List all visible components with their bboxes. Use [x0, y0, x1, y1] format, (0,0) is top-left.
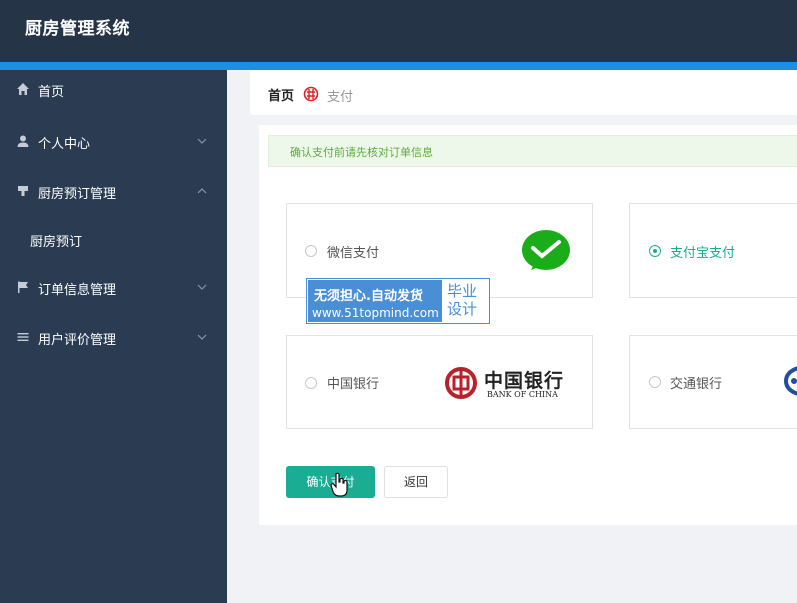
boc-logo-text: 中国银行 [484, 370, 565, 392]
sidebar-item-kitchen-booking-management[interactable]: 厨房预订管理 [0, 172, 227, 212]
flag-icon [18, 281, 28, 293]
sidebar-item-label: 个人中心 [38, 137, 91, 152]
sidebar-item-label: 厨房预订 [30, 235, 83, 250]
radio-boc[interactable] [305, 377, 317, 389]
sidebar: 首页 个人中心 厨房预订管理 厨房预订 订单信息管理 用户评价管理 [0, 70, 227, 603]
sidebar-item-order-management[interactable]: 订单信息管理 [0, 268, 227, 308]
sidebar-item-home[interactable]: 首页 [0, 70, 227, 110]
pay-option-label: 微信支付 [327, 246, 380, 261]
watermark-badge: 无须担心.自动发货 www.51topmind.com 毕业设计 [306, 278, 490, 324]
pay-option-label: 交通银行 [670, 377, 723, 392]
pay-option-bocom[interactable]: 交通银行 [629, 335, 797, 429]
bank-of-china-logo-icon [445, 367, 477, 399]
chevron-down-icon [197, 138, 207, 144]
payment-panel [259, 125, 797, 525]
chevron-down-icon [197, 334, 207, 340]
watermark-line1: 无须担心.自动发货 [314, 289, 423, 304]
radio-bocom[interactable] [649, 376, 661, 388]
sidebar-item-label: 首页 [38, 85, 65, 100]
sidebar-item-review-management[interactable]: 用户评价管理 [0, 318, 227, 358]
pay-option-alipay[interactable]: 支付宝支付 [629, 203, 797, 298]
top-header: 厨房管理系统 [0, 0, 797, 62]
breadcrumb-separator-icon [303, 86, 319, 102]
app-title: 厨房管理系统 [25, 19, 130, 39]
notice-alert: 确认支付前请先核对订单信息 [268, 135, 797, 167]
pay-option-boc[interactable]: 中国银行 中国银行 BANK OF CHINA [286, 335, 593, 429]
pay-option-label: 支付宝支付 [670, 246, 736, 261]
breadcrumb-current: 支付 [327, 90, 354, 105]
radio-wechat[interactable] [305, 245, 317, 257]
radio-alipay[interactable] [649, 245, 661, 257]
boc-logo-en: BANK OF CHINA [487, 390, 558, 399]
hand-cursor-icon [330, 472, 348, 497]
sidebar-item-label: 厨房预订管理 [38, 187, 117, 202]
chevron-up-icon [197, 188, 207, 194]
sidebar-item-label: 订单信息管理 [38, 283, 117, 298]
chevron-down-icon [197, 284, 207, 290]
header-accent-bar [0, 62, 797, 70]
sidebar-item-personal-center[interactable]: 个人中心 [0, 122, 227, 162]
bocom-logo-icon [784, 366, 797, 396]
pay-option-label: 中国银行 [327, 377, 380, 392]
home-icon [17, 83, 29, 95]
wechat-pay-logo [522, 230, 570, 270]
user-icon [17, 135, 29, 147]
breadcrumb-home[interactable]: 首页 [268, 85, 294, 104]
back-button[interactable]: 返回 [384, 466, 448, 498]
sidebar-item-label: 用户评价管理 [38, 333, 117, 348]
watermark-right: 毕业设计 [447, 282, 478, 318]
watermark-line2: www.51topmind.com [312, 306, 439, 320]
watermark-left: 无须担心.自动发货 www.51topmind.com [308, 280, 442, 322]
list-icon [17, 333, 29, 341]
stamp-icon [18, 186, 28, 196]
sidebar-subitem-kitchen-booking[interactable]: 厨房预订 [0, 220, 227, 260]
